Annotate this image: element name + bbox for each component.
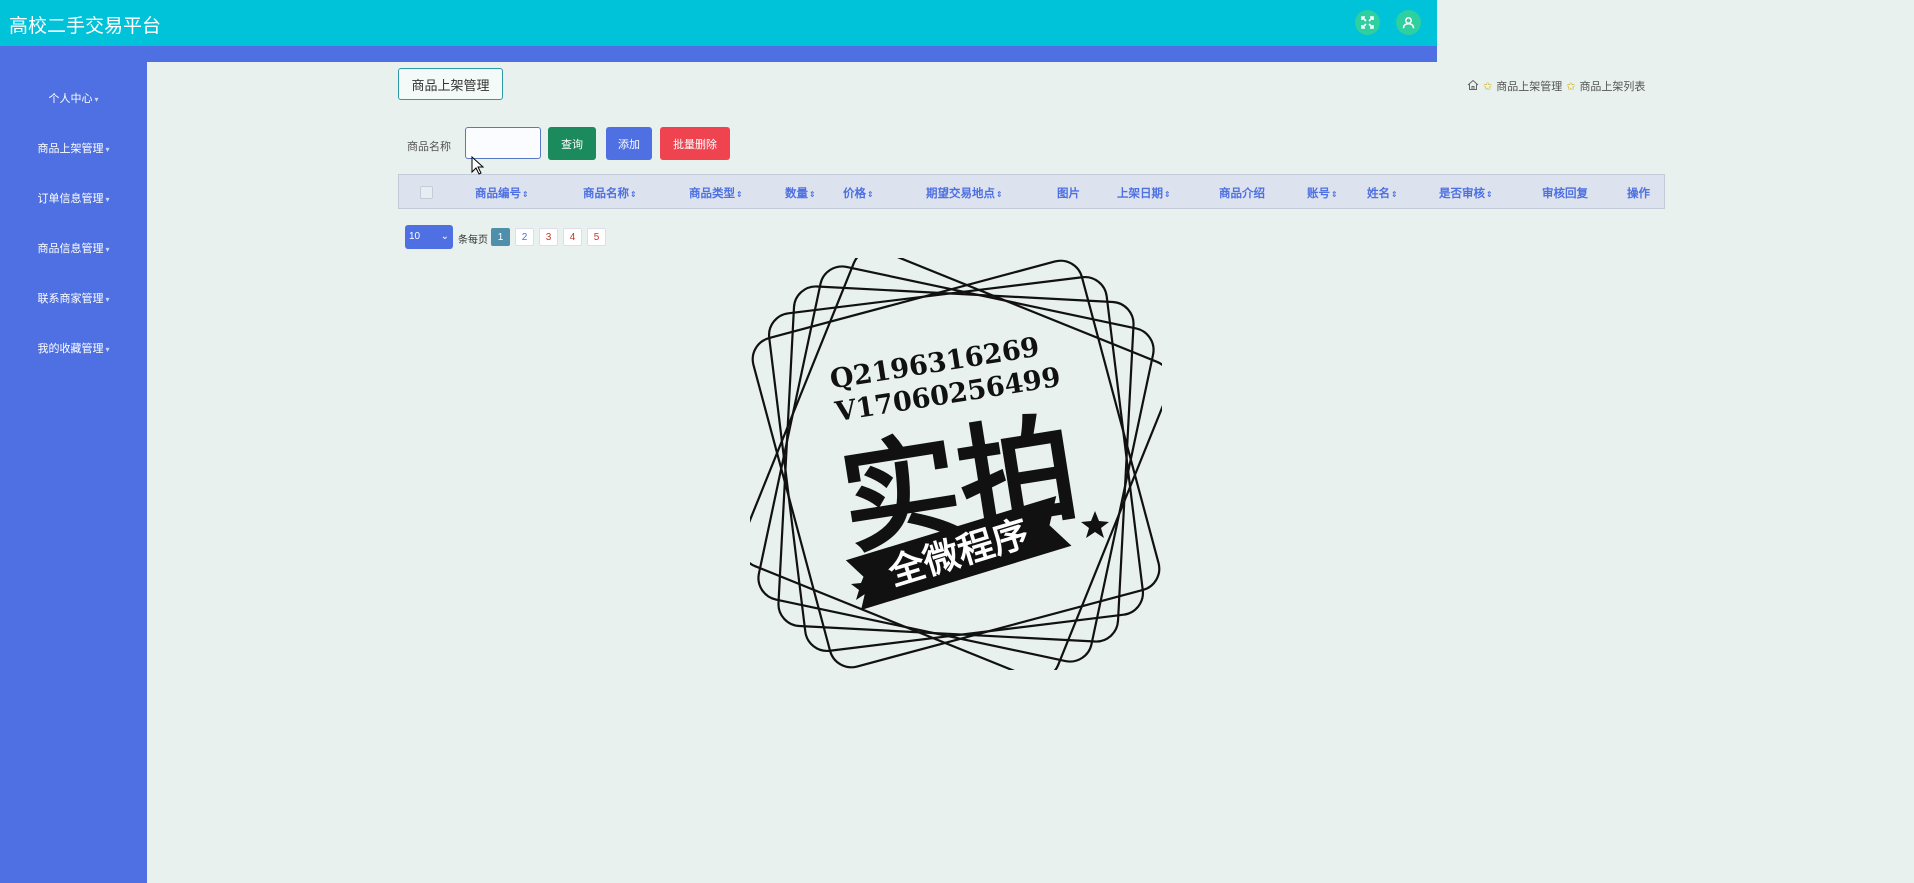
sort-icon: ⇕ <box>736 190 743 199</box>
home-icon[interactable] <box>1467 79 1479 94</box>
caret-down-icon: ▾ <box>105 195 110 204</box>
sort-icon: ⇕ <box>522 190 529 199</box>
sidebar-item-personal-center[interactable]: 个人中心 ▾ <box>0 90 147 106</box>
column-header[interactable]: 姓名⇕ <box>1367 185 1398 201</box>
page-button[interactable]: 5 <box>587 228 606 246</box>
breadcrumb: ✩ 商品上架管理 ✩ 商品上架列表 <box>1467 78 1645 94</box>
caret-down-icon: ▾ <box>94 95 99 104</box>
watermark-stamp: Q2196316269 V17060256499 实拍 全微程序 <box>750 258 1162 670</box>
column-header[interactable]: 上架日期⇕ <box>1117 185 1171 201</box>
sort-icon: ⇕ <box>1164 190 1171 199</box>
column-header[interactable]: 期望交易地点⇕ <box>926 185 1003 201</box>
sidebar-item-listing-management[interactable]: 商品上架管理 ▾ <box>0 140 147 156</box>
caret-down-icon: ▾ <box>105 245 110 254</box>
column-header: 图片 <box>1057 188 1080 200</box>
sidebar-item-product-management[interactable]: 商品信息管理 ▾ <box>0 240 147 256</box>
query-button[interactable]: 查询 <box>548 127 596 160</box>
fullscreen-icon[interactable] <box>1355 10 1380 35</box>
column-header[interactable]: 商品类型⇕ <box>689 185 743 201</box>
sort-icon: ⇕ <box>1331 190 1338 199</box>
page-size-select[interactable]: 10 ⌄ <box>405 225 453 249</box>
caret-down-icon: ▾ <box>105 145 110 154</box>
user-icon[interactable] <box>1396 10 1421 35</box>
caret-down-icon: ▾ <box>105 295 110 304</box>
mouse-cursor-icon <box>471 156 485 175</box>
per-page-label: 条每页 <box>458 235 488 246</box>
breadcrumb-item[interactable]: 商品上架管理 <box>1496 78 1562 94</box>
search-label: 商品名称 <box>407 141 451 153</box>
sort-icon: ⇕ <box>630 190 637 199</box>
search-input[interactable] <box>465 127 541 159</box>
add-button[interactable]: 添加 <box>606 127 652 160</box>
caret-down-icon: ▾ <box>105 345 110 354</box>
sort-icon: ⇕ <box>1486 190 1493 199</box>
column-header: 商品介绍 <box>1219 188 1265 200</box>
sidebar-item-contact-merchant[interactable]: 联系商家管理 ▾ <box>0 290 147 306</box>
column-header[interactable]: 账号⇕ <box>1307 185 1338 201</box>
table-header: 商品编号⇕ 商品名称⇕ 商品类型⇕ 数量⇕ 价格⇕ 期望交易地点⇕ 图片 上架日… <box>398 174 1665 209</box>
page-button[interactable]: 1 <box>491 228 510 246</box>
column-header[interactable]: 是否审核⇕ <box>1439 185 1493 201</box>
column-header[interactable]: 商品编号⇕ <box>475 185 529 201</box>
page-button[interactable]: 3 <box>539 228 558 246</box>
top-bar: 高校二手交易平台 <box>0 0 1437 46</box>
header-accent-strip <box>0 46 1437 62</box>
column-header: 操作 <box>1627 188 1650 200</box>
star-icon: ✩ <box>1566 80 1576 93</box>
column-header[interactable]: 数量⇕ <box>785 185 816 201</box>
column-header[interactable]: 商品名称⇕ <box>583 185 637 201</box>
sort-icon: ⇕ <box>996 190 1003 199</box>
sort-icon: ⇕ <box>867 190 874 199</box>
sidebar: 个人中心 ▾ 商品上架管理 ▾ 订单信息管理 ▾ 商品信息管理 ▾ 联系商家管理 ▾ 我的… <box>0 46 147 883</box>
breadcrumb-item: 商品上架列表 <box>1579 81 1646 93</box>
batch-delete-button[interactable]: 批量删除 <box>660 127 730 160</box>
star-icon: ✩ <box>1483 80 1493 93</box>
column-header: 审核回复 <box>1542 188 1588 200</box>
sort-icon: ⇕ <box>1391 190 1398 199</box>
chevron-down-icon: ⌄ <box>440 231 449 242</box>
sort-icon: ⇕ <box>809 190 816 199</box>
page-button[interactable]: 2 <box>515 228 534 246</box>
page-title: 商品上架管理 <box>398 68 503 100</box>
column-header[interactable]: 价格⇕ <box>843 185 874 201</box>
app-title: 高校二手交易平台 <box>9 16 162 37</box>
sidebar-item-order-management[interactable]: 订单信息管理 ▾ <box>0 190 147 206</box>
sidebar-item-favorites[interactable]: 我的收藏管理 ▾ <box>0 340 147 356</box>
page-button[interactable]: 4 <box>563 228 582 246</box>
select-all-checkbox[interactable] <box>420 186 433 199</box>
